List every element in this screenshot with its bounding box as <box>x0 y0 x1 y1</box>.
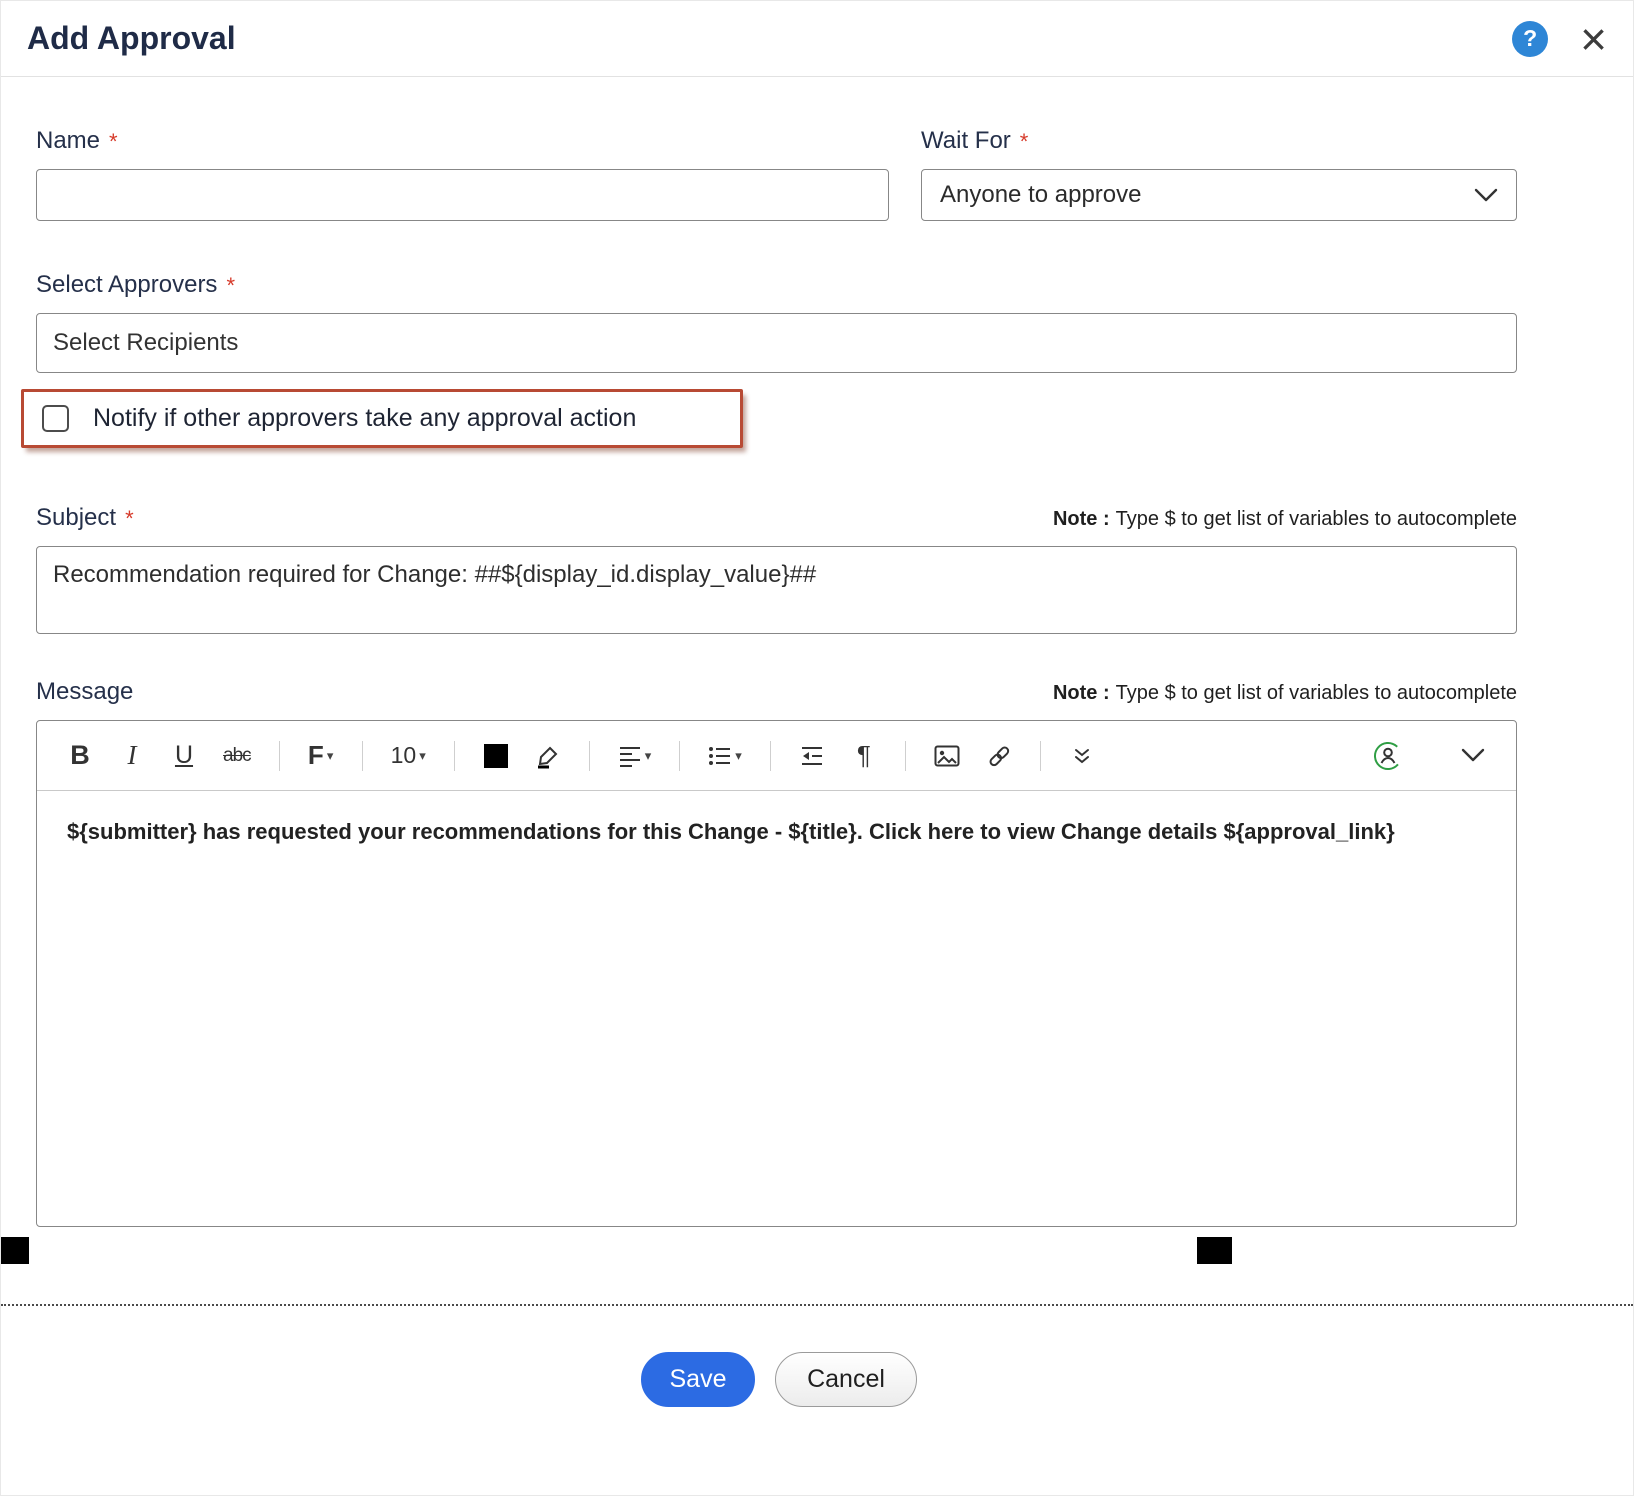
dialog-title: Add Approval <box>27 20 236 57</box>
subject-note: Note : Type $ to get list of variables to… <box>1053 508 1517 531</box>
subject-field-group: Subject * Note : Type $ to get list of va… <box>36 504 1517 634</box>
toolbar-separator <box>1040 741 1041 771</box>
italic-button[interactable]: I <box>119 740 145 771</box>
dialog-body: Name * Wait For * Anyone to approve Sele… <box>1 127 1633 1227</box>
message-note-text: Type $ to get list of variables to autoc… <box>1116 682 1517 704</box>
message-value: ${submitter} has requested your recommen… <box>67 819 1395 844</box>
more-tools-button[interactable] <box>1069 747 1095 765</box>
font-size-button[interactable]: 10 ▾ <box>391 742 426 769</box>
waitfor-selected-value: Anyone to approve <box>940 181 1141 209</box>
save-button[interactable]: Save <box>641 1352 755 1407</box>
collapse-toolbar-button[interactable] <box>1460 748 1486 763</box>
underline-button[interactable]: U <box>171 741 197 770</box>
subject-value: Recommendation required for Change: ##${… <box>53 561 816 588</box>
indent-button[interactable] <box>799 745 825 767</box>
dotted-divider <box>1 1304 1633 1306</box>
caret-down-icon: ▾ <box>735 749 742 762</box>
insert-user-button[interactable] <box>1372 740 1404 772</box>
name-required-asterisk: * <box>109 127 118 155</box>
waitfor-field-group: Wait For * Anyone to approve <box>921 127 1517 221</box>
message-input[interactable]: ${submitter} has requested your recommen… <box>37 791 1516 1226</box>
artifact-block-right <box>1197 1237 1232 1264</box>
subject-label-wrap: Subject * <box>36 504 134 532</box>
bold-button[interactable]: B <box>67 740 93 771</box>
subject-label: Subject <box>36 504 116 532</box>
cancel-button[interactable]: Cancel <box>775 1352 917 1407</box>
help-glyph: ? <box>1523 25 1537 52</box>
subject-note-text: Type $ to get list of variables to autoc… <box>1116 508 1517 530</box>
paragraph-button[interactable]: ¶ <box>851 740 877 771</box>
link-icon <box>986 743 1012 769</box>
toolbar-separator <box>279 741 280 771</box>
help-icon[interactable]: ? <box>1512 21 1548 57</box>
chevron-down-icon <box>1461 748 1485 763</box>
toolbar-separator <box>454 741 455 771</box>
approvers-field-group: Select Approvers * <box>36 271 1517 373</box>
waitfor-label: Wait For <box>921 127 1011 155</box>
name-waitfor-row: Name * Wait For * Anyone to approve <box>36 127 1517 221</box>
list-button[interactable]: ▾ <box>708 745 742 767</box>
approvers-label: Select Approvers <box>36 271 217 299</box>
link-button[interactable] <box>986 743 1012 769</box>
notify-checkbox-label[interactable]: Notify if other approvers take any appro… <box>93 404 636 433</box>
align-left-icon <box>618 745 642 767</box>
name-label: Name <box>36 127 100 155</box>
strikethrough-button[interactable]: abc <box>223 745 251 767</box>
close-glyph: × <box>1580 13 1607 65</box>
waitfor-required-asterisk: * <box>1020 127 1029 155</box>
subject-input[interactable]: Recommendation required for Change: ##${… <box>36 546 1517 634</box>
dialog-footer: Save Cancel <box>0 1352 1595 1407</box>
color-swatch-icon <box>484 744 508 768</box>
message-label-wrap: Message <box>36 678 133 706</box>
approvers-required-asterisk: * <box>226 271 235 299</box>
message-label: Message <box>36 678 133 706</box>
editor-toolbar: B I U abc F ▾ 10 ▾ <box>37 721 1516 791</box>
rich-text-editor: B I U abc F ▾ 10 ▾ <box>36 720 1517 1227</box>
bullet-list-icon <box>708 745 732 767</box>
font-family-button[interactable]: F ▾ <box>308 740 334 771</box>
highlight-button[interactable] <box>535 743 561 769</box>
name-field-group: Name * <box>36 127 889 221</box>
double-chevron-down-icon <box>1073 747 1091 765</box>
waitfor-select[interactable]: Anyone to approve <box>921 169 1517 221</box>
message-field-group: Message Note : Type $ to get list of vari… <box>36 678 1517 1227</box>
message-label-row: Message Note : Type $ to get list of vari… <box>36 678 1517 706</box>
caret-down-icon: ▾ <box>327 749 334 762</box>
caret-down-icon: ▾ <box>419 749 426 762</box>
toolbar-separator <box>362 741 363 771</box>
toolbar-separator <box>679 741 680 771</box>
notify-checkbox[interactable] <box>42 405 69 432</box>
name-input[interactable] <box>36 169 889 221</box>
image-button[interactable] <box>934 745 960 767</box>
image-icon <box>934 745 960 767</box>
artifact-block-left <box>1 1237 29 1264</box>
highlighter-icon <box>535 743 561 769</box>
dialog-header: Add Approval ? × <box>1 1 1633 77</box>
toolbar-right-group <box>1372 740 1486 772</box>
approvers-input[interactable] <box>36 313 1517 373</box>
message-note: Note : Type $ to get list of variables to… <box>1053 682 1517 705</box>
toolbar-separator <box>770 741 771 771</box>
close-icon[interactable]: × <box>1580 16 1607 62</box>
toolbar-separator <box>905 741 906 771</box>
subject-note-prefix: Note : <box>1053 508 1110 530</box>
notify-checkbox-callout: Notify if other approvers take any appro… <box>21 389 743 448</box>
chevron-down-icon <box>1474 188 1498 203</box>
name-label-row: Name * <box>36 127 889 155</box>
text-color-button[interactable] <box>483 744 509 768</box>
header-actions: ? × <box>1512 16 1607 62</box>
add-approval-dialog: { "dialog": { "title": "Add Approval", "… <box>0 0 1634 1496</box>
indent-left-icon <box>800 745 824 767</box>
toolbar-separator <box>589 741 590 771</box>
subject-required-asterisk: * <box>125 504 134 532</box>
message-note-prefix: Note : <box>1053 682 1110 704</box>
align-button[interactable]: ▾ <box>618 745 652 767</box>
person-refresh-icon <box>1372 740 1404 772</box>
subject-label-row: Subject * Note : Type $ to get list of va… <box>36 504 1517 532</box>
waitfor-label-row: Wait For * <box>921 127 1517 155</box>
approvers-label-row: Select Approvers * <box>36 271 1517 299</box>
caret-down-icon: ▾ <box>645 749 652 762</box>
